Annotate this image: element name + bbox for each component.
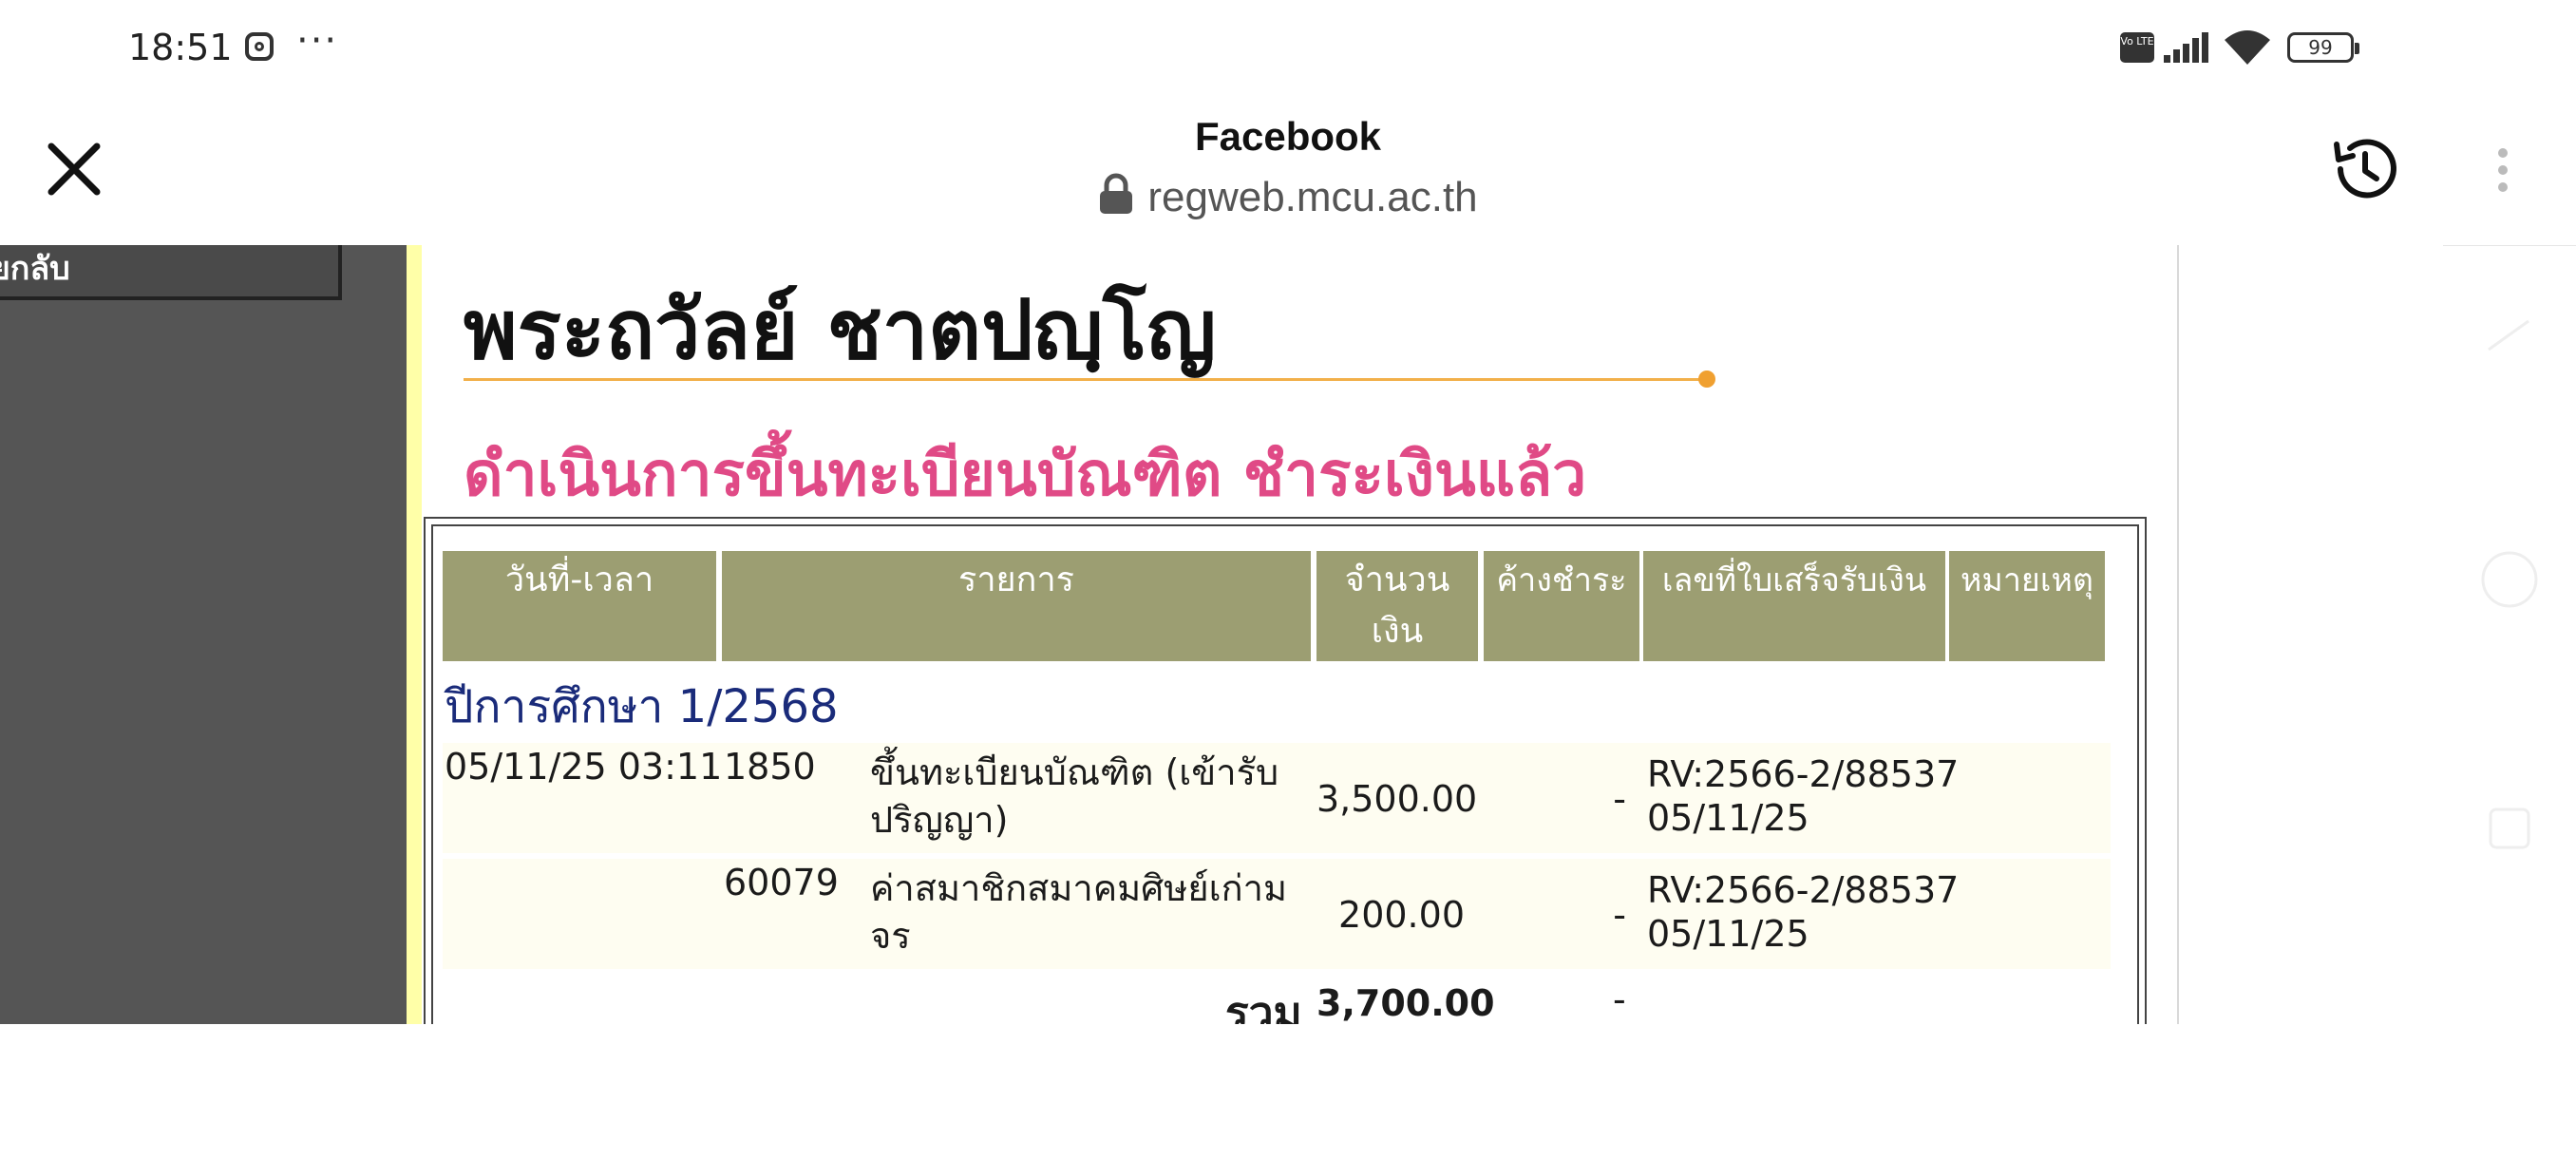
divider-dot [1698, 370, 1715, 388]
student-name: พระถวัลย์ ชาตปญฺโญ [464, 283, 1217, 378]
status-heading: ดำเนินการขึ้นทะเบียนบัณฑิต ชำระเงินแล้ว [464, 440, 1587, 510]
back-gesture-icon [2488, 319, 2529, 352]
more-notifications-icon: ··· [296, 19, 339, 63]
cell-amount: 200.00 [1338, 894, 1465, 936]
signal-icon [2164, 32, 2208, 63]
instagram-icon [245, 32, 274, 61]
academic-year: ปีการศึกษา 1/2568 [445, 680, 839, 733]
cell-receipt-no: RV:2566-2/88537 [1647, 753, 1960, 795]
column-header-item: รายการ [722, 551, 1311, 661]
clock: 18:51 [128, 27, 233, 68]
sidebar: ลยกลับ [0, 245, 407, 1024]
cell-item: ขึ้นทะเบียนบัณฑิต (เข้ารับปริญญา) [870, 751, 1279, 841]
column-header-amount: จำนวนเงิน [1316, 551, 1478, 661]
recents-gesture-icon [2489, 808, 2530, 849]
home-gesture-icon [2481, 551, 2538, 608]
cell-code: 1850 [724, 746, 816, 788]
column-header-outstanding: ค้างชำระ [1484, 551, 1639, 661]
column-header-datetime: วันที่-เวลา [443, 551, 716, 661]
cell-datetime: 05/11/25 03:11 [445, 746, 723, 788]
cell-code: 60079 [724, 862, 839, 903]
cell-receipt-no: RV:2566-2/88537 [1647, 869, 1960, 911]
cell-outstanding: - [1613, 778, 1626, 820]
wifi-icon [2225, 30, 2270, 65]
battery-icon: 99 [2287, 32, 2359, 63]
cell-outstanding: - [1613, 894, 1626, 936]
back-button[interactable]: ลยกลับ [0, 245, 342, 300]
divider [2177, 245, 2179, 1024]
back-button-label: ลยกลับ [0, 250, 70, 288]
divider [464, 378, 1714, 381]
web-content: ลยกลับ พระถวัลย์ ชาตปญฺโญ ดำเนินการขึ้นท… [0, 245, 2443, 1024]
url-text: regweb.mcu.ac.th [1147, 174, 1478, 220]
history-icon[interactable] [2327, 131, 2403, 207]
total-amount: 3,700.00 [1316, 982, 1495, 1024]
cell-receipt-date: 05/11/25 [1647, 913, 1809, 955]
divider [407, 245, 422, 1024]
status-bar: 18:51 ··· Vo LTE 99 [0, 0, 2576, 95]
browser-toolbar: Facebook regweb.mcu.ac.th [0, 95, 2576, 246]
cell-item: ค่าสมาชิกสมาคมศิษย์เก่ามจร [870, 867, 1288, 957]
volte-icon: Vo LTE [2120, 32, 2154, 63]
battery-level: 99 [2308, 36, 2333, 59]
total-label: รวม [1225, 987, 1302, 1024]
page-title: Facebook [1194, 114, 1382, 159]
cell-amount: 3,500.00 [1316, 778, 1478, 820]
lock-icon [1098, 173, 1134, 215]
column-header-receipt: เลขที่ใบเสร็จรับเงิน [1643, 551, 1945, 661]
cell-receipt-date: 05/11/25 [1647, 797, 1809, 839]
url-bar[interactable]: regweb.mcu.ac.th [0, 173, 2576, 221]
more-options-icon[interactable] [2483, 142, 2521, 196]
total-outstanding: - [1613, 978, 1626, 1020]
column-header-note: หมายเหตุ [1949, 551, 2105, 661]
navigation-gesture-bar [2481, 319, 2538, 849]
